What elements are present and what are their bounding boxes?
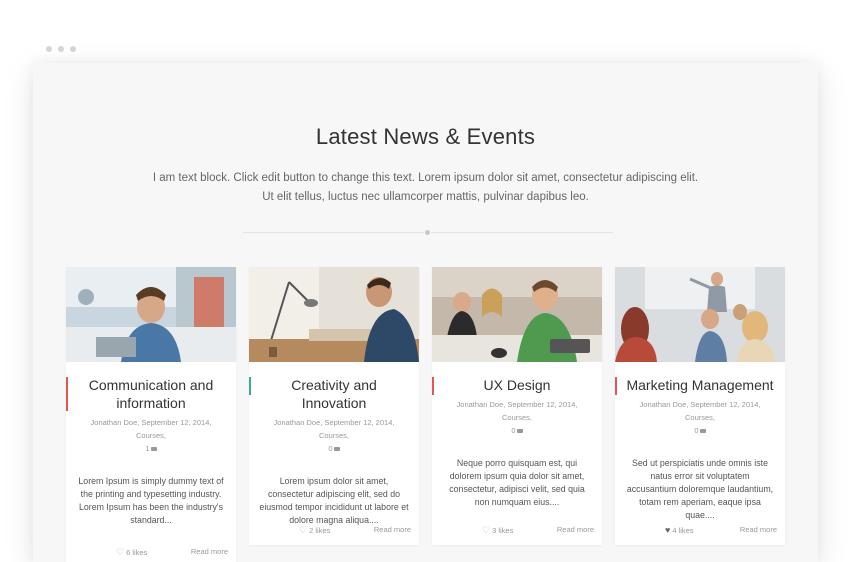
heart-icon: ♡ [482,525,491,535]
news-cards: Communication and information Jonathan D… [66,267,786,562]
card-title[interactable]: UX Design [442,376,592,394]
likes-count: 3 likes [492,526,514,535]
window-dot [70,46,76,52]
card-title[interactable]: Marketing Management [625,376,775,394]
comment-icon [699,429,706,434]
news-card: Creativity and Innovation Jonathan Doe, … [249,267,419,545]
card-meta: Jonathan Doe, September 12, 2014, Course… [625,398,775,437]
likes-button[interactable]: ♡ 2 likes [299,525,330,536]
section-description: I am text block. Click edit button to ch… [33,169,818,207]
card-excerpt: Neque porro quisquam est, qui dolorem ip… [449,458,585,507]
card-excerpt: Lorem Ipsum is simply dummy text of the … [78,476,224,525]
heart-icon: ♡ [116,547,125,557]
description-line-1: I am text block. Click edit button to ch… [152,172,699,184]
window-dot [58,46,64,52]
window-dot [46,46,52,52]
card-meta: Jonathan Doe, September 12, 2014, Course… [442,398,592,437]
card-excerpt: Sed ut perspiciatis unde omnis iste natu… [626,458,774,520]
news-card: Communication and information Jonathan D… [66,267,236,562]
card-header: Marketing Management Jonathan Doe, Septe… [615,362,785,437]
card-image[interactable] [249,267,419,362]
read-more-link[interactable]: Read more [191,547,228,556]
card-accent-bar [615,377,617,395]
window-controls [46,46,76,52]
read-more-link[interactable]: Read more [740,525,777,534]
section-title: Latest News & Events [315,124,536,149]
card-accent-bar [249,377,251,395]
likes-count: 4 likes [672,526,694,535]
card-footer: ♡ 2 likes Read more [249,515,419,545]
card-meta-text: Jonathan Doe, September 12, 2014, Course… [456,400,578,422]
card-header: UX Design Jonathan Doe, September 12, 20… [432,362,602,437]
likes-count: 2 likes [309,526,331,535]
heart-icon: ♡ [299,525,308,535]
likes-button[interactable]: ♡ 6 likes [116,547,147,558]
comment-icon [516,429,523,434]
card-meta: Jonathan Doe, September 12, 2014, Course… [259,416,409,455]
card-footer: ♡ 6 likes Read more [66,537,236,562]
card-image[interactable] [432,267,602,362]
card-header: Communication and information Jonathan D… [66,362,236,455]
read-more-link[interactable]: Read more [557,525,594,534]
card-title[interactable]: Creativity and Innovation [259,376,409,412]
comment-count[interactable]: 0 [694,426,698,435]
card-footer: ♡ 3 likes Read more [432,515,602,545]
description-line-2: Ut elit tellus, luctus nec ullamcorper m… [262,191,589,203]
card-meta-text: Jonathan Doe, September 12, 2014, Course… [273,418,395,440]
comment-count[interactable]: 0 [511,426,515,435]
likes-button[interactable]: ♥ 4 likes [665,525,694,535]
card-header: Creativity and Innovation Jonathan Doe, … [249,362,419,455]
card-footer: ♥ 4 likes Read more [615,515,785,545]
read-more-link[interactable]: Read more [374,525,411,534]
likes-button[interactable]: ♡ 3 likes [482,525,513,536]
card-meta: Jonathan Doe, September 12, 2014, Course… [76,416,226,455]
comment-count[interactable]: 1 [145,444,149,453]
card-image[interactable] [615,267,785,362]
news-card: UX Design Jonathan Doe, September 12, 20… [432,267,602,545]
comment-icon [150,447,157,452]
card-meta-text: Jonathan Doe, September 12, 2014, Course… [639,400,761,422]
news-card: Marketing Management Jonathan Doe, Septe… [615,267,785,545]
card-meta-text: Jonathan Doe, September 12, 2014, Course… [90,418,212,440]
comment-count[interactable]: 0 [328,444,332,453]
card-accent-bar [432,377,434,395]
card-accent-bar [66,377,68,411]
likes-count: 6 likes [126,548,148,557]
card-title[interactable]: Communication and information [76,376,226,412]
divider-dot [424,229,431,236]
heart-icon: ♥ [665,525,671,535]
comment-icon [333,447,340,452]
page-window: Latest News & Events I am text block. Cl… [33,63,818,562]
card-image[interactable] [66,267,236,362]
